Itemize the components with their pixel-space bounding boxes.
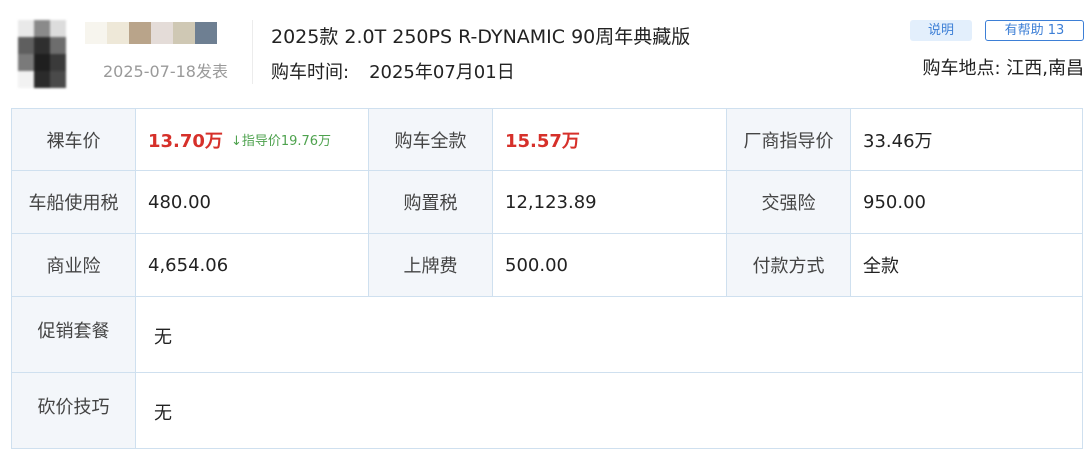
- header-divider: [252, 20, 253, 84]
- purchase-location: 购车地点: 江西,南昌: [922, 54, 1084, 80]
- avatar[interactable]: [18, 20, 66, 88]
- vessel-tax-label: 车船使用税: [12, 171, 136, 234]
- commercial-insurance-label: 商业险: [12, 234, 136, 297]
- msrp-value: 33.46万: [851, 109, 1083, 171]
- payment-method-value: 全款: [851, 234, 1083, 297]
- location-label: 购车地点:: [922, 58, 1001, 79]
- plate-fee-value: 500.00: [493, 234, 727, 297]
- buy-time-value: 2025年07月01日: [369, 62, 515, 83]
- purchase-tax-value: 12,123.89: [493, 171, 727, 234]
- total-price-value: 15.57万: [505, 130, 580, 152]
- vessel-tax-value: 480.00: [136, 171, 369, 234]
- helpful-button[interactable]: 有帮助 13: [985, 20, 1084, 41]
- username-blurred[interactable]: [85, 22, 217, 44]
- compulsory-insurance-value: 950.00: [851, 171, 1083, 234]
- table-row: 砍价技巧 无: [12, 373, 1083, 449]
- bargain-tips-label: 砍价技巧: [12, 373, 136, 449]
- buy-time: 购车时间: 2025年07月01日: [271, 58, 515, 84]
- plate-fee-label: 上牌费: [369, 234, 493, 297]
- explain-badge[interactable]: 说明: [910, 20, 972, 41]
- price-detail-table: 裸车价 13.70万 ↓指导价19.76万 购车全款 15.57万 厂商指导价 …: [11, 108, 1083, 449]
- guide-price-note: ↓指导价19.76万: [230, 134, 332, 149]
- table-row: 商业险 4,654.06 上牌费 500.00 付款方式 全款: [12, 234, 1083, 297]
- msrp-label: 厂商指导价: [727, 109, 851, 171]
- compulsory-insurance-label: 交强险: [727, 171, 851, 234]
- bare-price-value: 13.70万: [148, 130, 223, 152]
- promotion-label: 促销套餐: [12, 297, 136, 373]
- bare-price-cell: 13.70万 ↓指导价19.76万: [136, 109, 369, 171]
- payment-method-label: 付款方式: [727, 234, 851, 297]
- purchase-tax-label: 购置税: [369, 171, 493, 234]
- commercial-insurance-value: 4,654.06: [136, 234, 369, 297]
- buy-time-label: 购车时间:: [271, 62, 350, 83]
- table-row: 裸车价 13.70万 ↓指导价19.76万 购车全款 15.57万 厂商指导价 …: [12, 109, 1083, 171]
- total-price-cell: 15.57万: [493, 109, 727, 171]
- table-row: 促销套餐 无: [12, 297, 1083, 373]
- car-model-title[interactable]: 2025款 2.0T 250PS R-DYNAMIC 90周年典藏版: [271, 22, 690, 49]
- post-date: 2025-07-18发表: [103, 62, 228, 81]
- promotion-value: 无: [136, 297, 1083, 373]
- table-row: 车船使用税 480.00 购置税 12,123.89 交强险 950.00: [12, 171, 1083, 234]
- total-price-label: 购车全款: [369, 109, 493, 171]
- bargain-tips-value: 无: [136, 373, 1083, 449]
- bare-price-label: 裸车价: [12, 109, 136, 171]
- location-value: 江西,南昌: [1006, 58, 1084, 79]
